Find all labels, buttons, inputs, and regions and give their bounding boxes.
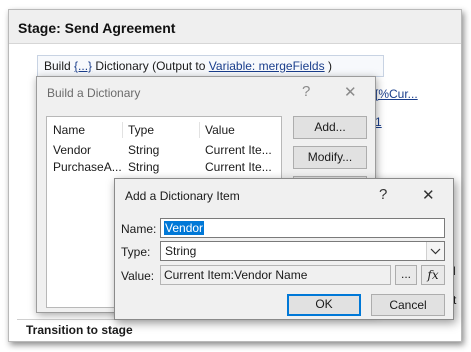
item-type: String: [128, 143, 160, 157]
modify-button[interactable]: Modify...: [293, 146, 367, 169]
dictionary-items-link[interactable]: {...}: [74, 59, 92, 73]
modify-button-label: Modify...: [307, 150, 353, 164]
transition-section: Transition to stage: [17, 319, 454, 342]
column-header-name[interactable]: Name: [53, 123, 85, 137]
action-sentence: Build {...} Dictionary (Output to Variab…: [44, 59, 332, 73]
output-variable-link[interactable]: Variable: mergeFields: [209, 59, 325, 73]
build-dictionary-action[interactable]: Build {...} Dictionary (Output to Variab…: [37, 55, 384, 77]
stage-header: Stage: Send Agreement: [9, 10, 461, 44]
dialog-title: Build a Dictionary: [47, 86, 141, 100]
cancel-button-label: Cancel: [389, 298, 427, 312]
close-icon[interactable]: ✕: [344, 83, 357, 101]
function-builder-button[interactable]: fx: [421, 265, 445, 285]
name-value: Vendor: [164, 221, 205, 235]
type-select[interactable]: String: [160, 241, 445, 261]
background-link-one[interactable]: 1: [375, 115, 382, 129]
type-value: String: [165, 244, 197, 258]
transition-label: Transition to stage: [26, 323, 133, 337]
add-button-label: Add...: [314, 120, 346, 134]
action-suffix: ): [324, 59, 332, 73]
close-icon[interactable]: ✕: [422, 186, 435, 204]
help-icon[interactable]: ?: [302, 83, 310, 100]
value-label: Value:: [121, 269, 155, 283]
item-name: Vendor: [53, 143, 92, 157]
type-label: Type:: [121, 245, 151, 259]
value-text: Current Item:Vendor Name: [164, 268, 308, 282]
action-prefix: Build: [44, 59, 75, 73]
name-input[interactable]: Vendor: [160, 218, 445, 238]
add-button[interactable]: Add...: [293, 116, 367, 139]
ok-button[interactable]: OK: [287, 294, 361, 316]
cancel-button[interactable]: Cancel: [371, 294, 445, 316]
chevron-down-icon[interactable]: [426, 242, 444, 260]
item-type: String: [128, 160, 160, 174]
value-field[interactable]: Current Item:Vendor Name: [160, 265, 391, 285]
browse-button[interactable]: ...: [395, 265, 417, 285]
item-value: Current Ite...: [205, 160, 272, 174]
dialog-title: Add a Dictionary Item: [125, 189, 240, 203]
ok-button-label: OK: [315, 297, 333, 311]
item-name: PurchaseA...: [53, 160, 122, 174]
help-icon[interactable]: ?: [379, 186, 387, 203]
column-divider[interactable]: [122, 122, 123, 138]
action-mid: Dictionary (Output to: [92, 59, 209, 73]
item-value: Current Ite...: [205, 143, 272, 157]
column-header-value[interactable]: Value: [205, 123, 235, 137]
add-dictionary-item-dialog: Add a Dictionary Item ? ✕ Name: Vendor T…: [114, 178, 454, 320]
stage-title: Stage: Send Agreement: [18, 20, 176, 36]
fx-icon: fx: [427, 268, 439, 282]
browse-button-label: ...: [400, 267, 411, 281]
name-label: Name:: [121, 222, 157, 236]
column-header-type[interactable]: Type: [128, 123, 154, 137]
column-divider[interactable]: [199, 122, 200, 138]
background-current-item-link[interactable]: [%Cur...: [375, 87, 418, 101]
